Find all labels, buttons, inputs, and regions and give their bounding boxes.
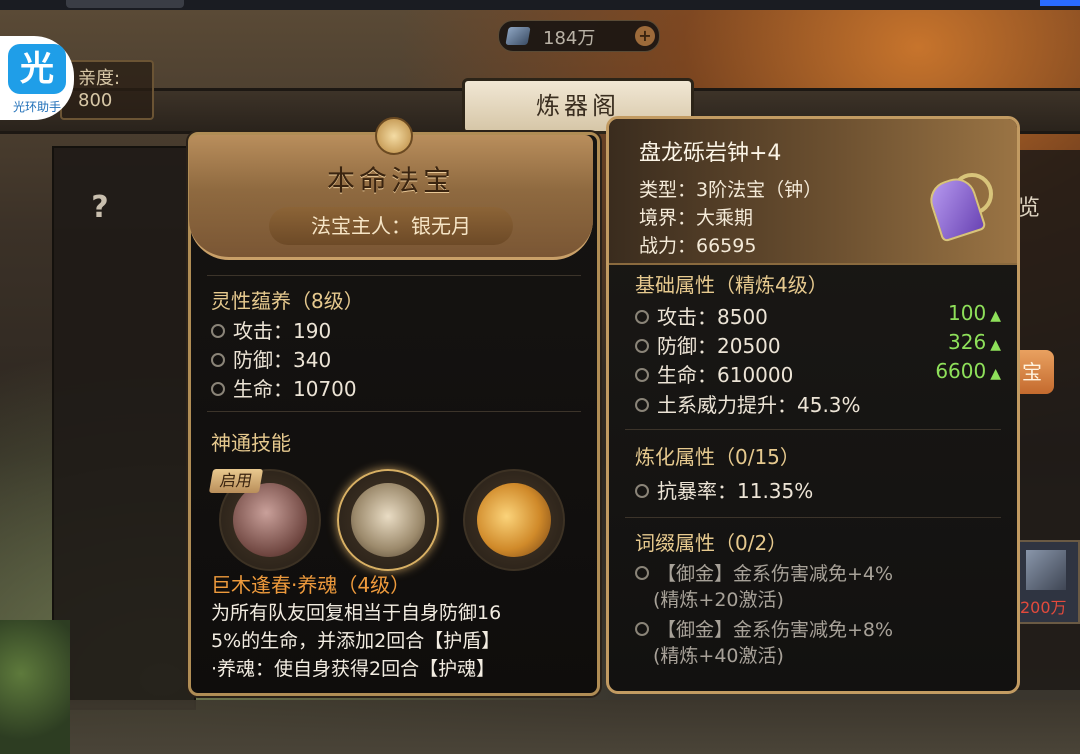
item-realm: 境界：大乘期 <box>639 207 754 229</box>
affinity-label: 亲度: <box>78 68 121 89</box>
up-arrow-icon: ▲ <box>990 337 1001 353</box>
bullet-icon <box>635 367 649 382</box>
bonus-defense: 326 ▲ <box>948 330 1001 354</box>
item-power: 战力：66595 <box>639 235 757 257</box>
ground <box>0 700 1080 754</box>
bullet-icon <box>635 338 649 353</box>
base-stat-attack: 攻击：8500 <box>635 301 768 330</box>
bullet-icon <box>211 323 225 338</box>
help-icon[interactable]: ? <box>84 190 116 228</box>
bullet-icon <box>635 397 649 412</box>
affix-1: 【御金】金系伤害减免+4% (精炼+20激活) <box>635 561 975 613</box>
bullet-icon <box>635 483 649 498</box>
bonus-hp: 6600 ▲ <box>935 359 1001 383</box>
assistant-logo[interactable]: 光 光环助手 <box>0 36 74 120</box>
natal-treasure-panel: 本命法宝 法宝主人：银无月 灵性蕴养（8级） 攻击：190 防御：340 生命：… <box>188 117 600 696</box>
skill-desc-line: 为所有队友回复相当于自身防御16 <box>211 602 502 624</box>
base-stat-earth-power: 土系威力提升：45.3% <box>635 389 861 418</box>
divider <box>625 429 1001 430</box>
bullet-icon <box>635 309 649 324</box>
item-name: 盘龙砾岩钟+4 <box>639 141 782 166</box>
skill-slot-3[interactable] <box>463 469 565 571</box>
spirit-stone-icon <box>505 27 531 45</box>
divider <box>207 275 581 276</box>
item-type: 类型：3阶法宝（钟） <box>639 179 823 201</box>
skills-title: 神通技能 <box>211 431 291 455</box>
bullet-icon <box>211 352 225 367</box>
nurture-stat-defense: 防御：340 <box>211 344 331 373</box>
foreground-bush <box>0 620 70 754</box>
side-item-slot[interactable]: 200万 <box>1016 540 1080 624</box>
nurture-stat-hp: 生命：10700 <box>211 373 357 402</box>
skill-shield-icon <box>351 483 425 557</box>
header-ornament-icon <box>375 117 413 155</box>
bell-icon <box>921 171 993 243</box>
affix-attributes-title: 词缀属性（0/2） <box>635 531 788 555</box>
up-arrow-icon: ▲ <box>990 366 1001 382</box>
browser-tab-strip <box>0 0 1080 10</box>
bullet-icon <box>635 621 649 636</box>
base-stat-hp: 生命：610000 <box>635 359 793 388</box>
skill-beast-icon <box>233 483 307 557</box>
assistant-logo-caption: 光环助手 <box>12 100 61 114</box>
currency-amount: 184万 <box>543 28 596 49</box>
window-accent <box>1040 0 1080 6</box>
panel-header: 本命法宝 法宝主人：银无月 <box>189 117 593 260</box>
panel-title: 本命法宝 <box>326 164 455 197</box>
up-arrow-icon: ▲ <box>990 308 1001 324</box>
divider <box>625 517 1001 518</box>
skill-name: 巨木逢春·养魂（4级） <box>211 573 411 597</box>
skill-slot-2[interactable] <box>337 469 439 571</box>
browser-tab[interactable] <box>66 0 184 8</box>
currency-bar: 184万 + <box>498 20 660 52</box>
enabled-badge: 启用 <box>208 469 264 493</box>
bullet-icon <box>635 565 649 580</box>
item-detail-panel: 盘龙砾岩钟+4 类型：3阶法宝（钟） 境界：大乘期 战力：66595 基础属性（… <box>606 116 1020 694</box>
affinity-value: 800 <box>78 90 113 111</box>
skill-swirl-icon <box>477 483 551 557</box>
nurture-title: 灵性蕴养（8级） <box>211 289 364 313</box>
skill-desc-line: 5%的生命，并添加2回合【护盾】 <box>211 630 501 652</box>
refine-attributes-title: 炼化属性（0/15） <box>635 445 800 469</box>
bullet-icon <box>211 381 225 396</box>
assistant-logo-glyph: 光 <box>8 44 66 94</box>
base-stat-defense: 防御：20500 <box>635 330 781 359</box>
nurture-stat-attack: 攻击：190 <box>211 315 331 344</box>
skill-desc-line: ·养魂：使自身获得2回合【护魂】 <box>211 658 496 680</box>
skill-description: 为所有队友回复相当于自身防御16 5%的生命，并添加2回合【护盾】 ·养魂：使自… <box>211 599 577 683</box>
side-preview-text[interactable]: 览 <box>1018 190 1040 222</box>
backdrop-panel <box>52 146 196 710</box>
side-item-price: 200万 <box>1020 598 1067 617</box>
divider <box>207 411 581 412</box>
add-currency-button[interactable]: + <box>635 26 655 46</box>
refine-stat-crit-resist: 抗暴率：11.35% <box>635 475 813 504</box>
spirit-stone-icon <box>1026 550 1066 590</box>
treasure-owner: 法宝主人：银无月 <box>269 207 513 245</box>
bonus-attack: 100 ▲ <box>948 301 1001 325</box>
affinity-stat: 亲度: 800 <box>60 60 154 120</box>
affix-2: 【御金】金系伤害减免+8% (精炼+40激活) <box>635 617 975 669</box>
item-header: 盘龙砾岩钟+4 类型：3阶法宝（钟） 境界：大乘期 战力：66595 <box>609 119 1017 265</box>
base-attributes-title: 基础属性（精炼4级） <box>635 273 828 297</box>
